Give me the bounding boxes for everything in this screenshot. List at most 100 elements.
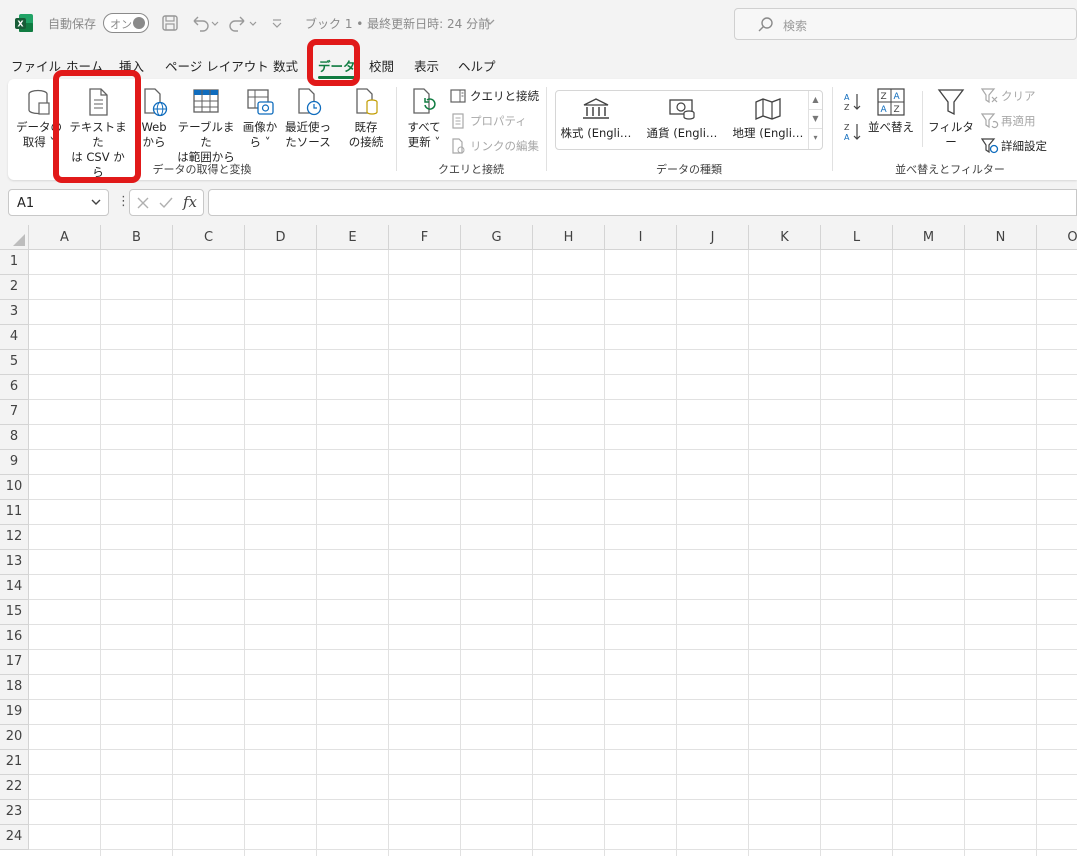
group-separator: [396, 87, 397, 171]
queries-pane-icon: [450, 89, 466, 103]
sort-button[interactable]: Z A A Z 並べ替え: [866, 87, 916, 135]
column-header-i[interactable]: I: [605, 225, 677, 250]
sort-ascending-icon[interactable]: A Z: [842, 91, 864, 113]
from-picture-button[interactable]: 画像か ら ˅: [238, 87, 282, 150]
column-header-h[interactable]: H: [533, 225, 605, 250]
sort-label: 並べ替え: [868, 120, 914, 134]
tab-review[interactable]: 校閲: [369, 56, 394, 75]
group-separator: [832, 87, 833, 171]
row-header-7[interactable]: 7: [0, 400, 29, 425]
recent-sources-button[interactable]: 最近使っ たソース: [282, 87, 334, 150]
chevron-down-icon[interactable]: [484, 18, 496, 28]
refresh-icon: [413, 88, 436, 114]
row-header-20[interactable]: 20: [0, 725, 29, 750]
sort-descending-icon[interactable]: Z A: [842, 121, 864, 143]
queries-connections-button[interactable]: クエリと接続: [450, 87, 545, 105]
column-header-f[interactable]: F: [389, 225, 461, 250]
column-header-m[interactable]: M: [893, 225, 965, 250]
svg-text:A: A: [844, 133, 850, 142]
gallery-more-icon[interactable]: ▾: [809, 129, 822, 148]
row-header-22[interactable]: 22: [0, 775, 29, 800]
undo-icon[interactable]: [190, 13, 220, 33]
filter-button[interactable]: フィルター: [926, 87, 976, 150]
svg-text:A: A: [844, 93, 850, 102]
cell-area[interactable]: [29, 250, 1077, 856]
tab-view[interactable]: 表示: [414, 56, 439, 75]
column-header-j[interactable]: J: [677, 225, 749, 250]
reapply-label: 再適用: [1001, 114, 1036, 128]
existing-connections-button[interactable]: 既存 の接続: [344, 87, 388, 150]
row-header-10[interactable]: 10: [0, 475, 29, 500]
tab-help[interactable]: ヘルプ: [458, 56, 496, 75]
row-header-14[interactable]: 14: [0, 575, 29, 600]
column-header-a[interactable]: A: [29, 225, 101, 250]
row-header-8[interactable]: 8: [0, 425, 29, 450]
row-header-5[interactable]: 5: [0, 350, 29, 375]
column-header-b[interactable]: B: [101, 225, 173, 250]
row-header-11[interactable]: 11: [0, 500, 29, 525]
group-label-sort-filter: 並べ替えとフィルター: [895, 163, 1005, 176]
row-header-21[interactable]: 21: [0, 750, 29, 775]
row-header-9[interactable]: 9: [0, 450, 29, 475]
customize-quick-access-icon[interactable]: [270, 13, 284, 33]
highlight-data-tab: [307, 39, 360, 86]
gallery-scroll[interactable]: ▲ ▼ ▾: [808, 91, 822, 149]
column-header-n[interactable]: N: [965, 225, 1037, 250]
redo-icon[interactable]: [228, 13, 258, 33]
row-header-2[interactable]: 2: [0, 275, 29, 300]
column-header-c[interactable]: C: [173, 225, 245, 250]
row-header-1[interactable]: 1: [0, 250, 29, 275]
insert-function-icon[interactable]: fx: [183, 193, 197, 211]
tab-page-layout[interactable]: ページ レイアウト: [165, 56, 269, 75]
search-box[interactable]: 検索: [734, 8, 1077, 40]
row-header-18[interactable]: 18: [0, 675, 29, 700]
column-header-g[interactable]: G: [461, 225, 533, 250]
chevron-down-icon[interactable]: [90, 198, 102, 208]
column-header-l[interactable]: L: [821, 225, 893, 250]
column-header-e[interactable]: E: [317, 225, 389, 250]
row-header-17[interactable]: 17: [0, 650, 29, 675]
gallery-up-icon[interactable]: ▲: [809, 91, 822, 110]
tab-file[interactable]: ファイル: [11, 56, 61, 75]
geography-data-type[interactable]: 地理 (Engli…: [728, 97, 808, 141]
properties-button[interactable]: プロパティ: [450, 112, 545, 130]
row-header-15[interactable]: 15: [0, 600, 29, 625]
column-header-k[interactable]: K: [749, 225, 821, 250]
edit-links-label: リンクの編集: [470, 139, 539, 153]
gallery-down-icon[interactable]: ▼: [809, 110, 822, 129]
column-header-d[interactable]: D: [245, 225, 317, 250]
reapply-button[interactable]: 再適用: [981, 112, 1061, 130]
tab-formulas[interactable]: 数式: [273, 56, 298, 75]
clear-label: クリア: [1001, 89, 1036, 103]
from-table-range-button[interactable]: テーブルまた は範囲から: [174, 87, 238, 165]
row-header-16[interactable]: 16: [0, 625, 29, 650]
row-header-3[interactable]: 3: [0, 300, 29, 325]
formula-input[interactable]: [208, 189, 1077, 216]
edit-links-button[interactable]: リンクの編集: [450, 137, 545, 155]
select-all-button[interactable]: [0, 225, 29, 250]
refresh-all-button[interactable]: すべて 更新 ˅: [404, 87, 444, 150]
currency-data-type[interactable]: 通貨 (Engli…: [642, 97, 722, 141]
table-icon: [193, 89, 219, 113]
enter-icon[interactable]: [158, 196, 174, 210]
group-separator: [546, 87, 547, 171]
row-header-24[interactable]: 24: [0, 825, 29, 850]
save-icon[interactable]: [160, 13, 180, 33]
stocks-data-type[interactable]: 株式 (Engli…: [556, 97, 636, 141]
row-header-23[interactable]: 23: [0, 800, 29, 825]
picture-line1: 画像か: [242, 120, 278, 134]
row-header-13[interactable]: 13: [0, 550, 29, 575]
name-box[interactable]: A1: [8, 189, 109, 216]
autosave-toggle[interactable]: オン: [103, 13, 149, 33]
row-header-4[interactable]: 4: [0, 325, 29, 350]
row-header-6[interactable]: 6: [0, 375, 29, 400]
svg-text:A: A: [894, 92, 901, 102]
row-header-19[interactable]: 19: [0, 700, 29, 725]
highlight-text-csv-button: [53, 70, 141, 183]
row-header-12[interactable]: 12: [0, 525, 29, 550]
document-title[interactable]: ブック 1 • 最終更新日時: 24 分前: [305, 15, 490, 32]
cancel-icon[interactable]: [136, 196, 150, 210]
clear-filter-button[interactable]: クリア: [981, 87, 1061, 105]
advanced-filter-button[interactable]: 詳細設定: [981, 137, 1071, 155]
column-header-o[interactable]: O: [1037, 225, 1077, 250]
